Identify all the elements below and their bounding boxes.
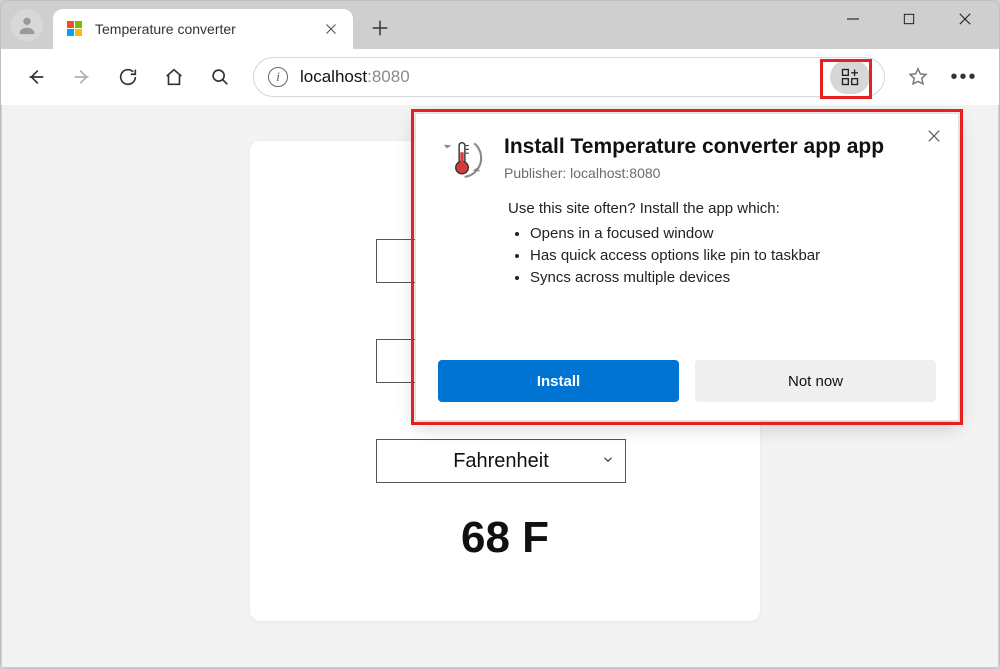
prompt-publisher: Publisher: localhost:8080 [504, 165, 884, 181]
prompt-bullet: Opens in a focused window [530, 225, 936, 242]
new-tab-button[interactable] [361, 9, 399, 47]
site-info-button[interactable]: i [268, 67, 288, 87]
search-icon [209, 66, 231, 88]
home-button[interactable] [155, 58, 193, 96]
favorite-button[interactable] [899, 58, 937, 96]
prompt-lead: Use this site often? Install the app whi… [508, 200, 936, 217]
url-host: localhost [300, 67, 367, 86]
home-icon [163, 66, 185, 88]
tab-active[interactable]: Temperature converter [53, 9, 353, 49]
thermometer-icon [439, 135, 485, 181]
arrow-right-icon [71, 66, 93, 88]
refresh-button[interactable] [109, 58, 147, 96]
not-now-button[interactable]: Not now [695, 360, 936, 402]
close-icon [325, 23, 337, 35]
profile-button[interactable] [11, 9, 43, 41]
person-icon [16, 14, 38, 36]
forward-button[interactable] [63, 58, 101, 96]
unit-select-value: Fahrenheit [453, 450, 549, 473]
minimize-icon [844, 10, 862, 28]
prompt-bullet: Has quick access options like pin to tas… [530, 247, 936, 264]
browser-window: Temperature converter [0, 0, 1000, 669]
url-text: localhost:8080 [300, 67, 410, 87]
back-button[interactable] [17, 58, 55, 96]
prompt-bullet: Syncs across multiple devices [530, 269, 936, 286]
unit-select[interactable]: Fahrenheit [376, 439, 626, 483]
settings-more-button[interactable]: ••• [945, 58, 983, 96]
tab-title: Temperature converter [95, 21, 311, 37]
titlebar: Temperature converter [1, 1, 999, 49]
search-button[interactable] [201, 58, 239, 96]
install-prompt: Install Temperature converter app app Pu… [415, 113, 959, 421]
install-button[interactable]: Install [438, 360, 679, 402]
prompt-title: Install Temperature converter app app [504, 134, 884, 159]
window-controls [839, 5, 999, 49]
refresh-icon [117, 66, 139, 88]
toolbar: i localhost:8080 ••• [1, 49, 999, 105]
prompt-close-button[interactable] [920, 122, 948, 150]
apps-install-icon [840, 67, 860, 87]
plus-icon [369, 17, 391, 39]
window-maximize-button[interactable] [895, 5, 923, 33]
maximize-icon [901, 11, 917, 27]
window-minimize-button[interactable] [839, 5, 867, 33]
url-port: :8080 [367, 67, 410, 86]
close-icon [925, 127, 943, 145]
tab-close-button[interactable] [323, 21, 339, 37]
prompt-bullets: Opens in a focused window Has quick acce… [508, 225, 936, 286]
address-bar[interactable]: i localhost:8080 [253, 57, 885, 97]
chevron-down-icon [601, 450, 615, 473]
install-app-button[interactable] [830, 60, 870, 94]
favicon-icon [67, 21, 83, 37]
window-close-button[interactable] [951, 5, 979, 33]
more-icon: ••• [951, 66, 978, 89]
arrow-left-icon [25, 66, 47, 88]
app-icon [438, 134, 486, 182]
close-icon [956, 10, 974, 28]
star-icon [907, 66, 929, 88]
result-text: 68 F [250, 513, 760, 563]
